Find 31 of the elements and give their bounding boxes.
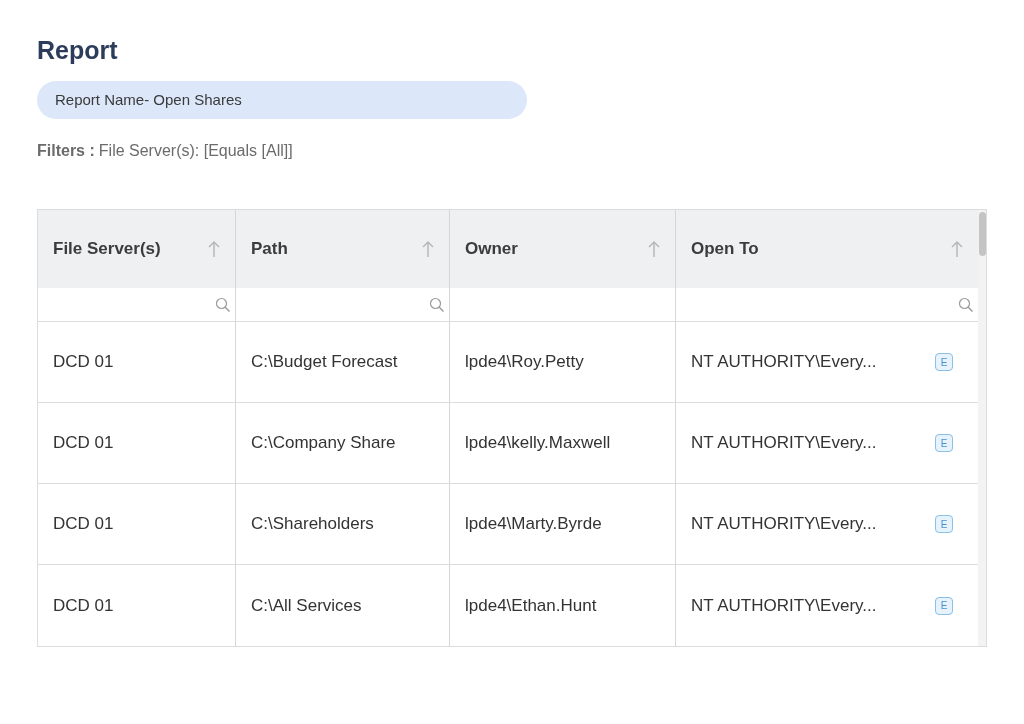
table-cell-text: lpde4\kelly.Maxwell — [465, 432, 611, 455]
table-cell-text: NT AUTHORITY\Every... — [691, 432, 877, 455]
filters-label: Filters : — [37, 141, 95, 161]
search-icon[interactable] — [958, 296, 974, 313]
table-cell-text: NT AUTHORITY\Every... — [691, 513, 877, 536]
sort-arrow-icon[interactable] — [648, 240, 660, 258]
sort-arrow-icon[interactable] — [208, 240, 220, 258]
search-icon[interactable] — [429, 296, 445, 313]
sort-arrow-icon[interactable] — [951, 240, 963, 258]
column-header[interactable]: Owner — [449, 210, 675, 288]
report-name-pill: Report Name- Open Shares — [37, 81, 527, 119]
scrollbar-thumb[interactable] — [979, 212, 986, 256]
table-cell-text: DCD 01 — [53, 513, 114, 536]
table-cell-text: NT AUTHORITY\Every... — [691, 351, 877, 374]
table-cell-text: DCD 01 — [53, 432, 114, 455]
table-cell-text: lpde4\Roy.Petty — [465, 351, 584, 374]
table-cell-text: DCD 01 — [53, 594, 114, 617]
table-cell-text: C:\All Services — [251, 594, 362, 617]
column-header[interactable]: Path — [235, 210, 449, 288]
table-cell-text: C:\Company Share — [251, 432, 396, 455]
table-cell-text: C:\Shareholders — [251, 513, 374, 536]
page-title: Report — [37, 35, 119, 66]
column-header[interactable]: File Server(s) — [38, 210, 235, 288]
filters-value: File Server(s): [Equals [All]] — [98, 141, 293, 161]
table-cell-text: DCD 01 — [53, 351, 114, 374]
table-cell-text: lpde4\Ethan.Hunt — [465, 594, 597, 617]
table-cell-text: NT AUTHORITY\Every... — [691, 594, 877, 617]
sort-arrow-icon[interactable] — [422, 240, 434, 258]
table-cell-text: lpde4\Marty.Byrde — [465, 513, 602, 536]
table-cell-text: C:\Budget Forecast — [251, 351, 398, 374]
search-icon[interactable] — [215, 296, 231, 313]
